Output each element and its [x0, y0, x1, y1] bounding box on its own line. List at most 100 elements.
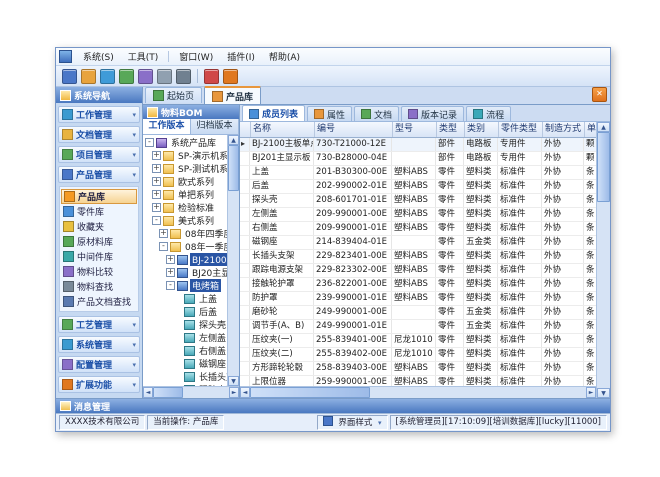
main-tab[interactable]: 起始页: [145, 87, 202, 103]
table-row[interactable]: 长插头支架 229-823401-00E 塑料ABS 零件 塑料类 标准件 外协…: [240, 250, 596, 264]
nav-item[interactable]: 产品文档查找: [61, 294, 137, 309]
table-row[interactable]: 右侧盖 209-990001-01E 塑料ABS 零件 塑料类 标准件 外协 条: [240, 222, 596, 236]
monitor-icon[interactable]: [100, 69, 115, 84]
mail-icon[interactable]: [119, 69, 134, 84]
tree-expander-icon[interactable]: -: [145, 138, 154, 147]
scrollbar-thumb[interactable]: [153, 387, 183, 398]
tree-node[interactable]: - 美式系列: [143, 214, 227, 227]
column-header[interactable]: 名称: [251, 122, 315, 137]
column-header[interactable]: 编号: [315, 122, 393, 137]
menu-item[interactable]: 帮助(A): [262, 49, 307, 64]
tree-node[interactable]: + 单把系列: [143, 188, 227, 201]
table-row[interactable]: 磁钢座 214-839404-01E 零件 五金类 标准件 外协 条: [240, 236, 596, 250]
tree-expander-icon[interactable]: -: [159, 242, 168, 251]
scroll-up-icon[interactable]: [228, 135, 239, 145]
tree-node[interactable]: + SP-测试机系列: [143, 162, 227, 175]
menu-item[interactable]: 插件(I): [220, 49, 262, 64]
folder-icon[interactable]: [81, 69, 96, 84]
table-vertical-scrollbar[interactable]: [596, 122, 610, 398]
detail-tab[interactable]: 文档: [354, 106, 399, 121]
table-row[interactable]: 磨砂轮 249-990001-00E 零件 五金类 标准件 外协 条: [240, 306, 596, 320]
tree-node[interactable]: - 08年一季度: [143, 240, 227, 253]
nav-group-header[interactable]: 系统管理: [58, 336, 140, 353]
menu-item[interactable]: 工具(T): [121, 49, 166, 64]
column-header[interactable]: 制造方式: [543, 122, 585, 137]
tree-node[interactable]: - 电烤箱: [143, 279, 227, 292]
scroll-left-icon[interactable]: [240, 387, 250, 398]
tree-horizontal-scrollbar[interactable]: [143, 386, 239, 398]
tree-node[interactable]: 左侧盖: [143, 331, 227, 344]
tree-node[interactable]: - 系统产品库: [143, 136, 227, 149]
bom-version-tab[interactable]: 归档版本: [191, 119, 239, 134]
table-row[interactable]: 压纹夹(二) 255-839402-00E 尼龙1010 零件 塑料类 标准件 …: [240, 348, 596, 362]
tree-node[interactable]: 长插头支架: [143, 370, 227, 383]
column-header[interactable]: 零件类型: [499, 122, 543, 137]
table-row[interactable]: 防护罩 239-990001-01E 塑料ABS 零件 塑料类 标准件 外协 条: [240, 292, 596, 306]
scroll-right-icon[interactable]: [586, 387, 596, 398]
tree-expander-icon[interactable]: -: [166, 281, 175, 290]
main-tab[interactable]: 产品库: [204, 86, 261, 104]
table-row[interactable]: 接触轮护罩 236-822001-00E 塑料ABS 零件 塑料类 标准件 外协…: [240, 278, 596, 292]
tree-vertical-scrollbar[interactable]: [227, 135, 239, 386]
tree-expander-icon[interactable]: +: [152, 190, 161, 199]
scrollbar-thumb[interactable]: [250, 387, 370, 398]
table-row[interactable]: 压纹夹(一) 255-839401-00E 尼龙1010 零件 塑料类 标准件 …: [240, 334, 596, 348]
nav-group-header[interactable]: 文档管理: [58, 126, 140, 143]
nav-item[interactable]: 原材料库: [61, 234, 137, 249]
nav-item[interactable]: 中间件库: [61, 249, 137, 264]
tree-node[interactable]: + 检验标准: [143, 201, 227, 214]
menu-item[interactable]: 系统(S): [76, 49, 121, 64]
gear-icon[interactable]: [176, 69, 191, 84]
detail-tab[interactable]: 成员列表: [242, 105, 305, 121]
home-icon[interactable]: [62, 69, 77, 84]
close-tab-button[interactable]: [592, 87, 607, 102]
scrollbar-thumb[interactable]: [597, 132, 610, 202]
bom-version-tab[interactable]: 工作版本: [143, 119, 191, 134]
tree-expander-icon[interactable]: +: [152, 203, 161, 212]
table-row[interactable]: 后盖 202-990002-01E 塑料ABS 零件 塑料类 标准件 外协 条: [240, 180, 596, 194]
scroll-right-icon[interactable]: [229, 387, 239, 398]
tree-expander-icon[interactable]: +: [152, 151, 161, 160]
table-row[interactable]: 调节手(A、B) 249-990001-01E 零件 五金类 标准件 外协 条: [240, 320, 596, 334]
tree-node[interactable]: 上盖: [143, 292, 227, 305]
tree-expander-icon[interactable]: +: [152, 177, 161, 186]
tree-expander-icon[interactable]: +: [166, 268, 175, 277]
column-header[interactable]: 型号: [393, 122, 437, 137]
style-selector[interactable]: 界面样式: [317, 415, 388, 430]
tree-node[interactable]: + BJ-2100主板单点: [143, 253, 227, 266]
scrollbar-track[interactable]: [370, 387, 586, 398]
table-row[interactable]: BJ201主显示板 730-B28000-04E 部件 电路板 专用件 外协 颗: [240, 152, 596, 166]
tree-expander-icon[interactable]: +: [166, 255, 175, 264]
scroll-left-icon[interactable]: [143, 387, 153, 398]
table-row[interactable]: BJ-2100主板单点 730-T21000-12E 部件 电路板 专用件 外协…: [240, 138, 596, 152]
tree-node[interactable]: 磁钢座: [143, 357, 227, 370]
scroll-up-icon[interactable]: [597, 122, 610, 132]
tree-expander-icon[interactable]: +: [152, 164, 161, 173]
detail-tab[interactable]: 版本记录: [401, 106, 464, 121]
column-header[interactable]: 类型: [437, 122, 465, 137]
message-bar[interactable]: 消息管理: [56, 398, 610, 413]
scroll-down-icon[interactable]: [597, 388, 610, 398]
tree-node[interactable]: + SP-演示机系列: [143, 149, 227, 162]
nav-group-header-product[interactable]: 产品管理: [58, 166, 140, 183]
scroll-down-icon[interactable]: [228, 376, 239, 386]
nav-item[interactable]: 物料比较: [61, 264, 137, 279]
power-icon[interactable]: [223, 69, 238, 84]
tree-node[interactable]: + BJ20主显示板: [143, 266, 227, 279]
scrollbar-track[interactable]: [183, 387, 229, 398]
tree-expander-icon[interactable]: -: [152, 216, 161, 225]
tree-node[interactable]: 后盖: [143, 305, 227, 318]
table-row[interactable]: 探头壳 208-601701-01E 塑料ABS 零件 塑料类 标准件 外协 条: [240, 194, 596, 208]
table-horizontal-scrollbar[interactable]: [240, 386, 596, 398]
tree-node[interactable]: + 欧式系列: [143, 175, 227, 188]
scrollbar-thumb[interactable]: [228, 145, 239, 191]
table-row[interactable]: 方形蹄轮轮毂 258-839403-00E 塑料ABS 零件 塑料类 标准件 外…: [240, 362, 596, 376]
menu-item[interactable]: 窗口(W): [172, 49, 220, 64]
nav-group-header[interactable]: 配置管理: [58, 356, 140, 373]
table-row[interactable]: 上限位器 259-990001-00E 塑料ABS 零件 塑料类 标准件 外协 …: [240, 376, 596, 386]
nav-group-header[interactable]: 工艺管理: [58, 316, 140, 333]
chart-icon[interactable]: [138, 69, 153, 84]
tree-node[interactable]: 探头壳: [143, 318, 227, 331]
nav-group-header[interactable]: 项目管理: [58, 146, 140, 163]
tree-node[interactable]: 右侧盖: [143, 344, 227, 357]
